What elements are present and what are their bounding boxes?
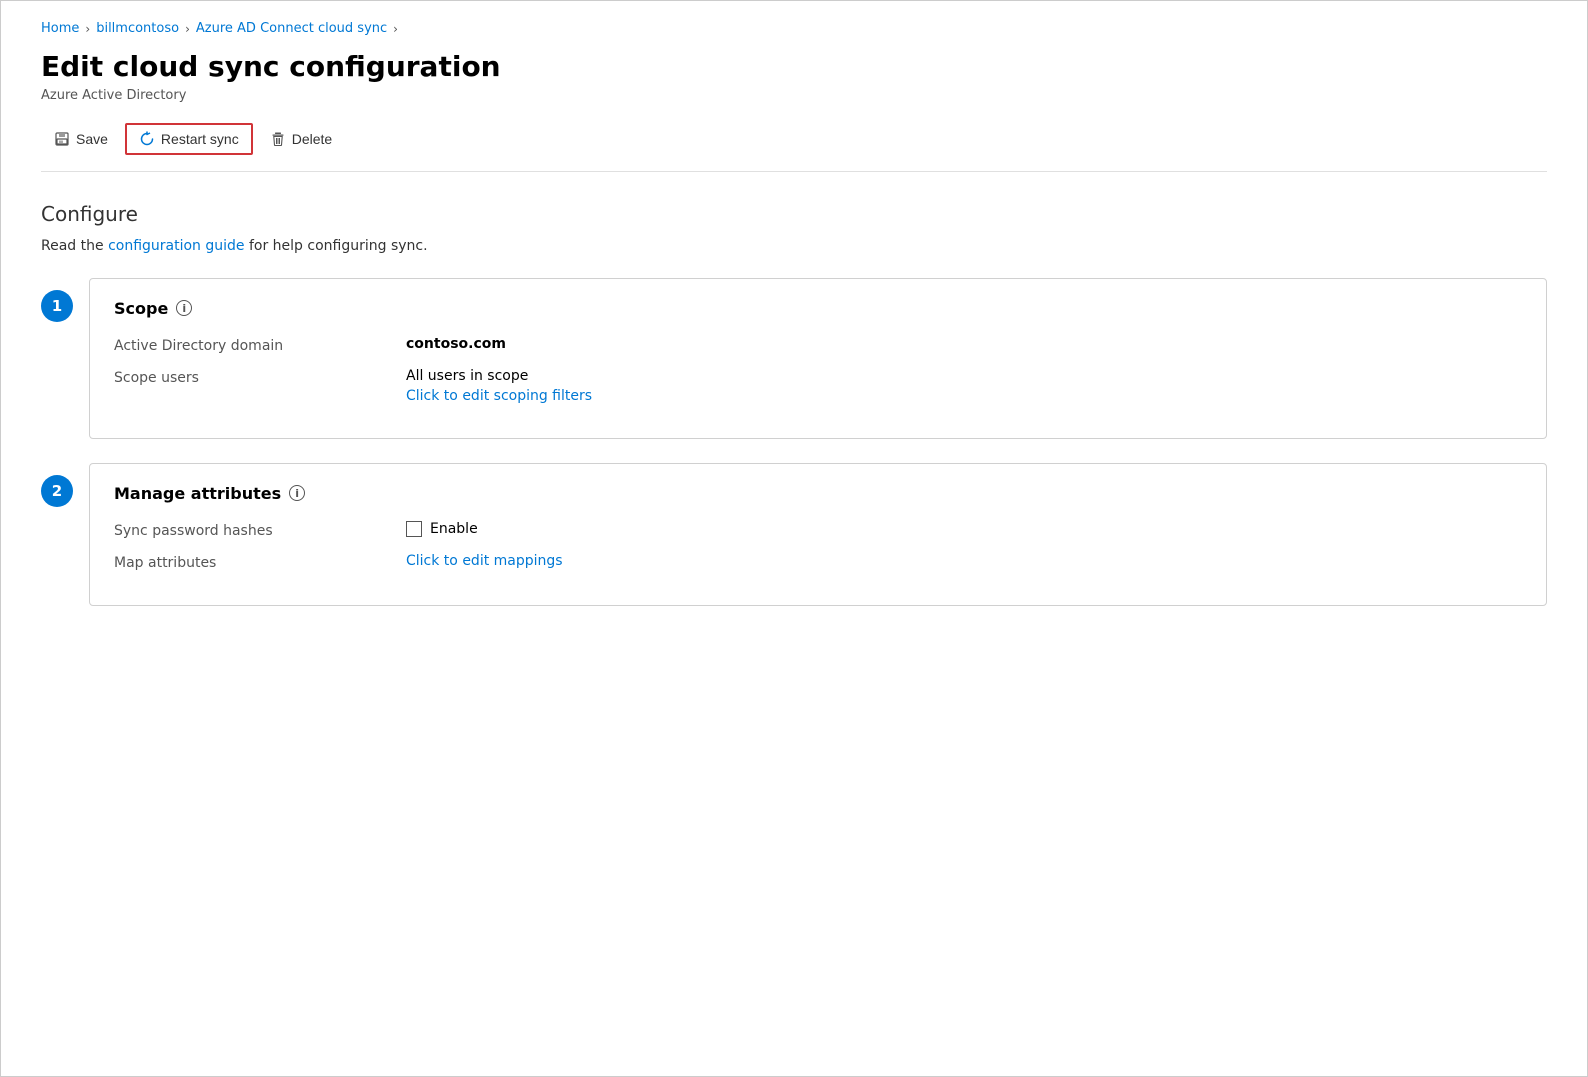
breadcrumb-home[interactable]: Home bbox=[41, 21, 79, 36]
sync-password-hashes-value: Enable bbox=[406, 521, 1522, 537]
step-2-number: 2 bbox=[41, 475, 73, 507]
step-1-card: Scope i Active Directory domain contoso.… bbox=[89, 278, 1547, 439]
breadcrumb-service[interactable]: Azure AD Connect cloud sync bbox=[196, 21, 387, 36]
step-1-row: 1 Scope i Active Directory domain contos… bbox=[41, 278, 1547, 439]
step-2-card: Manage attributes i Sync password hashes… bbox=[89, 463, 1547, 606]
map-attributes-row: Map attributes Click to edit mappings bbox=[114, 553, 1522, 571]
helper-prefix: Read the bbox=[41, 238, 108, 254]
configure-heading: Configure bbox=[41, 202, 1547, 226]
page-subtitle: Azure Active Directory bbox=[41, 88, 1547, 103]
scope-ad-domain-value: contoso.com bbox=[406, 336, 1522, 352]
scope-users-label: Scope users bbox=[114, 368, 394, 386]
breadcrumb-sep-2: › bbox=[185, 22, 190, 36]
breadcrumb-sep-3: › bbox=[393, 22, 398, 36]
step-1-title: Scope i bbox=[114, 299, 1522, 318]
sync-password-hashes-label: Sync password hashes bbox=[114, 521, 394, 539]
breadcrumb: Home › billmcontoso › Azure AD Connect c… bbox=[41, 21, 1547, 36]
delete-icon bbox=[270, 131, 286, 147]
page-container: Home › billmcontoso › Azure AD Connect c… bbox=[0, 0, 1588, 1077]
scope-users-value: All users in scope Click to edit scoping… bbox=[406, 368, 1522, 404]
configuration-guide-link[interactable]: configuration guide bbox=[108, 238, 244, 254]
step-1-number: 1 bbox=[41, 290, 73, 322]
restart-sync-icon bbox=[139, 131, 155, 147]
step-1-info-icon[interactable]: i bbox=[176, 300, 192, 316]
edit-scoping-filters-link[interactable]: Click to edit scoping filters bbox=[406, 388, 1522, 404]
scope-ad-domain-label: Active Directory domain bbox=[114, 336, 394, 354]
restart-sync-label: Restart sync bbox=[161, 131, 239, 147]
enable-checkbox[interactable] bbox=[406, 521, 422, 537]
page-title: Edit cloud sync configuration bbox=[41, 50, 1547, 84]
save-icon bbox=[54, 131, 70, 147]
step-2-title-text: Manage attributes bbox=[114, 484, 281, 503]
scope-users-row: Scope users All users in scope Click to … bbox=[114, 368, 1522, 404]
delete-button[interactable]: Delete bbox=[257, 124, 345, 154]
step-2-title: Manage attributes i bbox=[114, 484, 1522, 503]
step-1-title-text: Scope bbox=[114, 299, 168, 318]
map-attributes-label: Map attributes bbox=[114, 553, 394, 571]
helper-text: Read the configuration guide for help co… bbox=[41, 238, 1547, 254]
helper-suffix: for help configuring sync. bbox=[245, 238, 428, 254]
steps-container: 1 Scope i Active Directory domain contos… bbox=[41, 278, 1547, 606]
save-button[interactable]: Save bbox=[41, 124, 121, 154]
enable-label: Enable bbox=[430, 521, 478, 537]
scope-ad-domain-row: Active Directory domain contoso.com bbox=[114, 336, 1522, 354]
sync-password-hashes-row: Sync password hashes Enable bbox=[114, 521, 1522, 539]
step-2-info-icon[interactable]: i bbox=[289, 485, 305, 501]
scope-users-text: All users in scope bbox=[406, 368, 1522, 384]
save-label: Save bbox=[76, 131, 108, 147]
map-attributes-value: Click to edit mappings bbox=[406, 553, 1522, 569]
restart-sync-button[interactable]: Restart sync bbox=[125, 123, 253, 155]
toolbar: Save Restart sync bbox=[41, 123, 1547, 172]
enable-checkbox-row: Enable bbox=[406, 521, 1522, 537]
breadcrumb-tenant[interactable]: billmcontoso bbox=[96, 21, 179, 36]
edit-mappings-link[interactable]: Click to edit mappings bbox=[406, 553, 563, 569]
scope-users-stack: All users in scope Click to edit scoping… bbox=[406, 368, 1522, 404]
step-2-row: 2 Manage attributes i Sync password hash… bbox=[41, 463, 1547, 606]
breadcrumb-sep-1: › bbox=[85, 22, 90, 36]
delete-label: Delete bbox=[292, 131, 332, 147]
